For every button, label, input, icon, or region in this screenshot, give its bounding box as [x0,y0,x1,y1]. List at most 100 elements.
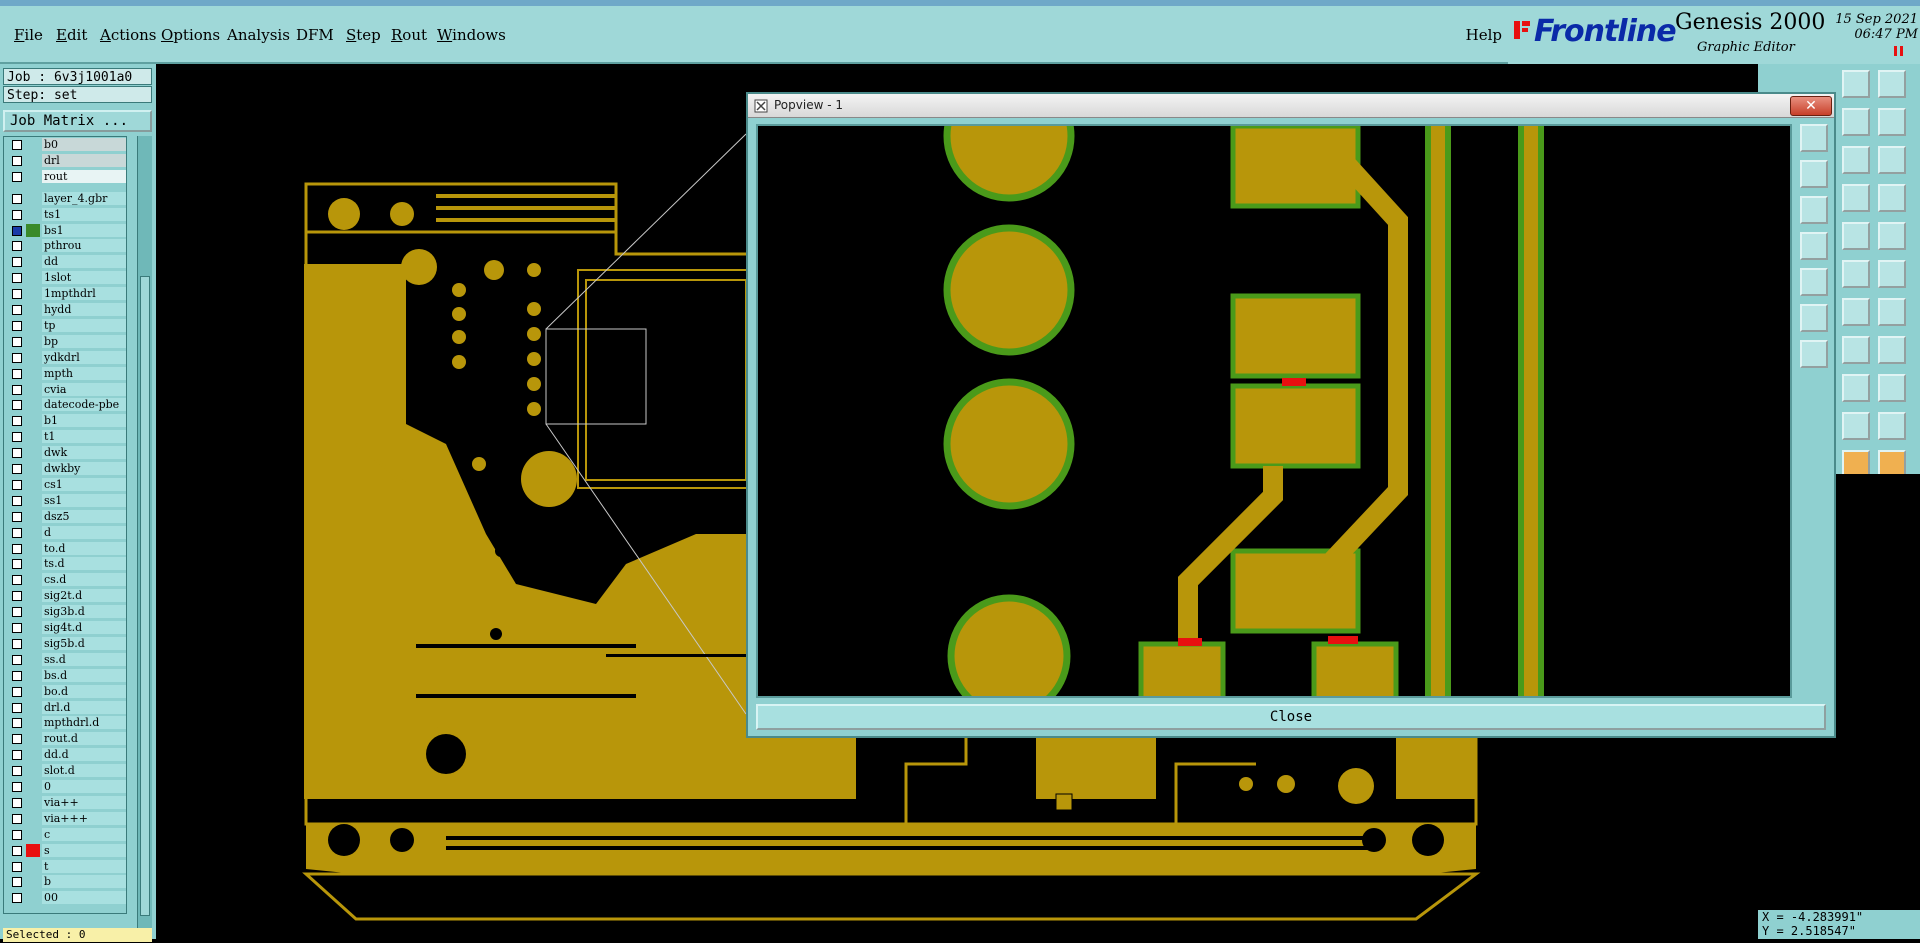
layer-color-swatch[interactable] [26,169,40,183]
layer-row[interactable]: cs.d [4,572,126,587]
layer-name[interactable]: rout.d [42,732,126,746]
text-icon[interactable] [1842,412,1870,440]
layer-checkbox[interactable] [12,171,22,182]
layer-name[interactable]: to.d [42,541,126,555]
layer-row[interactable]: dwkby [4,461,126,476]
layer-color-swatch[interactable] [26,716,40,730]
layer-name[interactable]: bp [42,334,126,348]
layer-color-swatch[interactable] [26,493,40,507]
layer-color-swatch[interactable] [26,668,40,682]
layer-checkbox[interactable] [12,623,22,633]
layer-color-swatch[interactable] [26,138,40,151]
layer-left-icon[interactable] [1800,232,1828,260]
layer-name[interactable]: via++ [42,795,126,809]
copy-icon[interactable] [1800,124,1828,152]
layer-row[interactable]: d [4,525,126,540]
layer-row[interactable]: ts.d [4,556,126,571]
layer-name[interactable]: sig2t.d [42,589,126,603]
layer-row[interactable]: datecode-pbe [4,397,126,412]
layer-checkbox[interactable] [12,320,22,331]
move-icon[interactable] [1842,374,1870,402]
layer-checkbox[interactable] [12,845,22,856]
home-icon[interactable] [1842,108,1870,136]
layer-checkbox[interactable] [12,416,22,427]
layer-row[interactable]: rout [4,169,126,184]
layer-name[interactable]: datecode-pbe [42,398,126,412]
layer-color-swatch[interactable] [26,287,40,301]
snap-icon[interactable] [1878,336,1906,364]
layer-row[interactable]: slot.d [4,763,126,778]
layer-name[interactable]: ss1 [42,493,126,507]
layer-color-swatch[interactable] [26,795,40,809]
layer-checkbox[interactable] [12,400,22,411]
layer-name[interactable]: mpth [42,366,126,380]
layer-row[interactable]: ss1 [4,493,126,508]
measure-red-icon[interactable] [1878,222,1906,250]
layer-row[interactable]: b1 [4,413,126,428]
measure-icon[interactable] [1842,222,1870,250]
layer-name[interactable]: 1mpthdrl [42,287,126,301]
layer-row[interactable]: to.d [4,541,126,556]
layer-color-swatch[interactable] [26,430,40,444]
zoom-in-icon[interactable] [1842,146,1870,174]
layer-name[interactable]: cvia [42,382,126,396]
layer-checkbox[interactable] [12,384,22,395]
arc-icon[interactable] [1878,298,1906,326]
popview-title-bar[interactable]: Popview - 1 ✕ [748,94,1834,118]
layer-checkbox[interactable] [12,893,22,904]
layer-name[interactable]: dwkby [42,462,126,475]
layer-color-swatch[interactable] [26,525,40,539]
layer-name[interactable]: mpthdrl.d [42,716,126,730]
close-icon[interactable]: ✕ [1790,96,1832,116]
layer-name[interactable]: bo.d [42,684,126,698]
layer-color-swatch[interactable] [26,382,40,396]
layer-checkbox[interactable] [12,257,22,268]
layer-checkbox[interactable] [12,193,22,204]
layer-name[interactable]: drl [42,153,126,167]
layer-checkbox[interactable] [12,336,22,347]
layer-row[interactable]: 1slot [4,270,126,285]
layer-checkbox[interactable] [12,479,22,490]
ruler-icon[interactable] [1842,260,1870,288]
layer-name[interactable]: tp [42,318,126,332]
layer-row[interactable]: b [4,874,126,889]
layer-name[interactable]: ydkdrl [42,350,126,364]
layer-color-swatch[interactable] [26,859,40,873]
layer-row[interactable]: drl [4,153,126,168]
layer-color-swatch[interactable] [26,462,40,475]
layer-row[interactable]: drl.d [4,700,126,715]
layer-row[interactable]: pthrou [4,238,126,253]
layer-row[interactable]: via++ [4,795,126,810]
layer-color-swatch[interactable] [26,764,40,778]
layer-name[interactable]: c [42,827,126,841]
layer-checkbox[interactable] [12,718,22,729]
layer-row[interactable]: c [4,827,126,842]
layer-color-swatch[interactable] [26,732,40,746]
layer-checkbox[interactable] [12,352,22,363]
scrollbar-thumb[interactable] [140,276,150,916]
layer-color-swatch[interactable] [26,239,40,253]
layer-row[interactable]: s [4,843,126,858]
layer-row[interactable]: sig3b.d [4,604,126,619]
layer-row[interactable]: dd [4,254,126,269]
layer-name[interactable]: slot.d [42,764,126,778]
layer-row[interactable]: dwk [4,445,126,460]
layer-color-swatch[interactable] [26,636,40,650]
layer-checkbox[interactable] [12,140,22,150]
layer-checkbox[interactable] [12,225,22,236]
layer-checkbox[interactable] [12,241,22,252]
layer-row[interactable]: layer_4.gbr [4,191,126,206]
layer-color-swatch[interactable] [26,350,40,364]
layer-name[interactable]: ts.d [42,557,126,571]
layer-color-swatch[interactable] [26,621,40,634]
layer-name[interactable]: b [42,875,126,889]
layer-name[interactable]: s [42,843,126,857]
menu-step[interactable]: Step [346,26,381,44]
layer-checkbox[interactable] [12,559,22,570]
layer-row[interactable]: 00 [4,890,126,905]
menu-windows[interactable]: Windows [437,26,506,44]
layer-row[interactable]: sig2t.d [4,588,126,603]
layer-color-swatch[interactable] [26,318,40,332]
panel-icon[interactable] [1878,108,1906,136]
layer-row[interactable]: tp [4,318,126,333]
